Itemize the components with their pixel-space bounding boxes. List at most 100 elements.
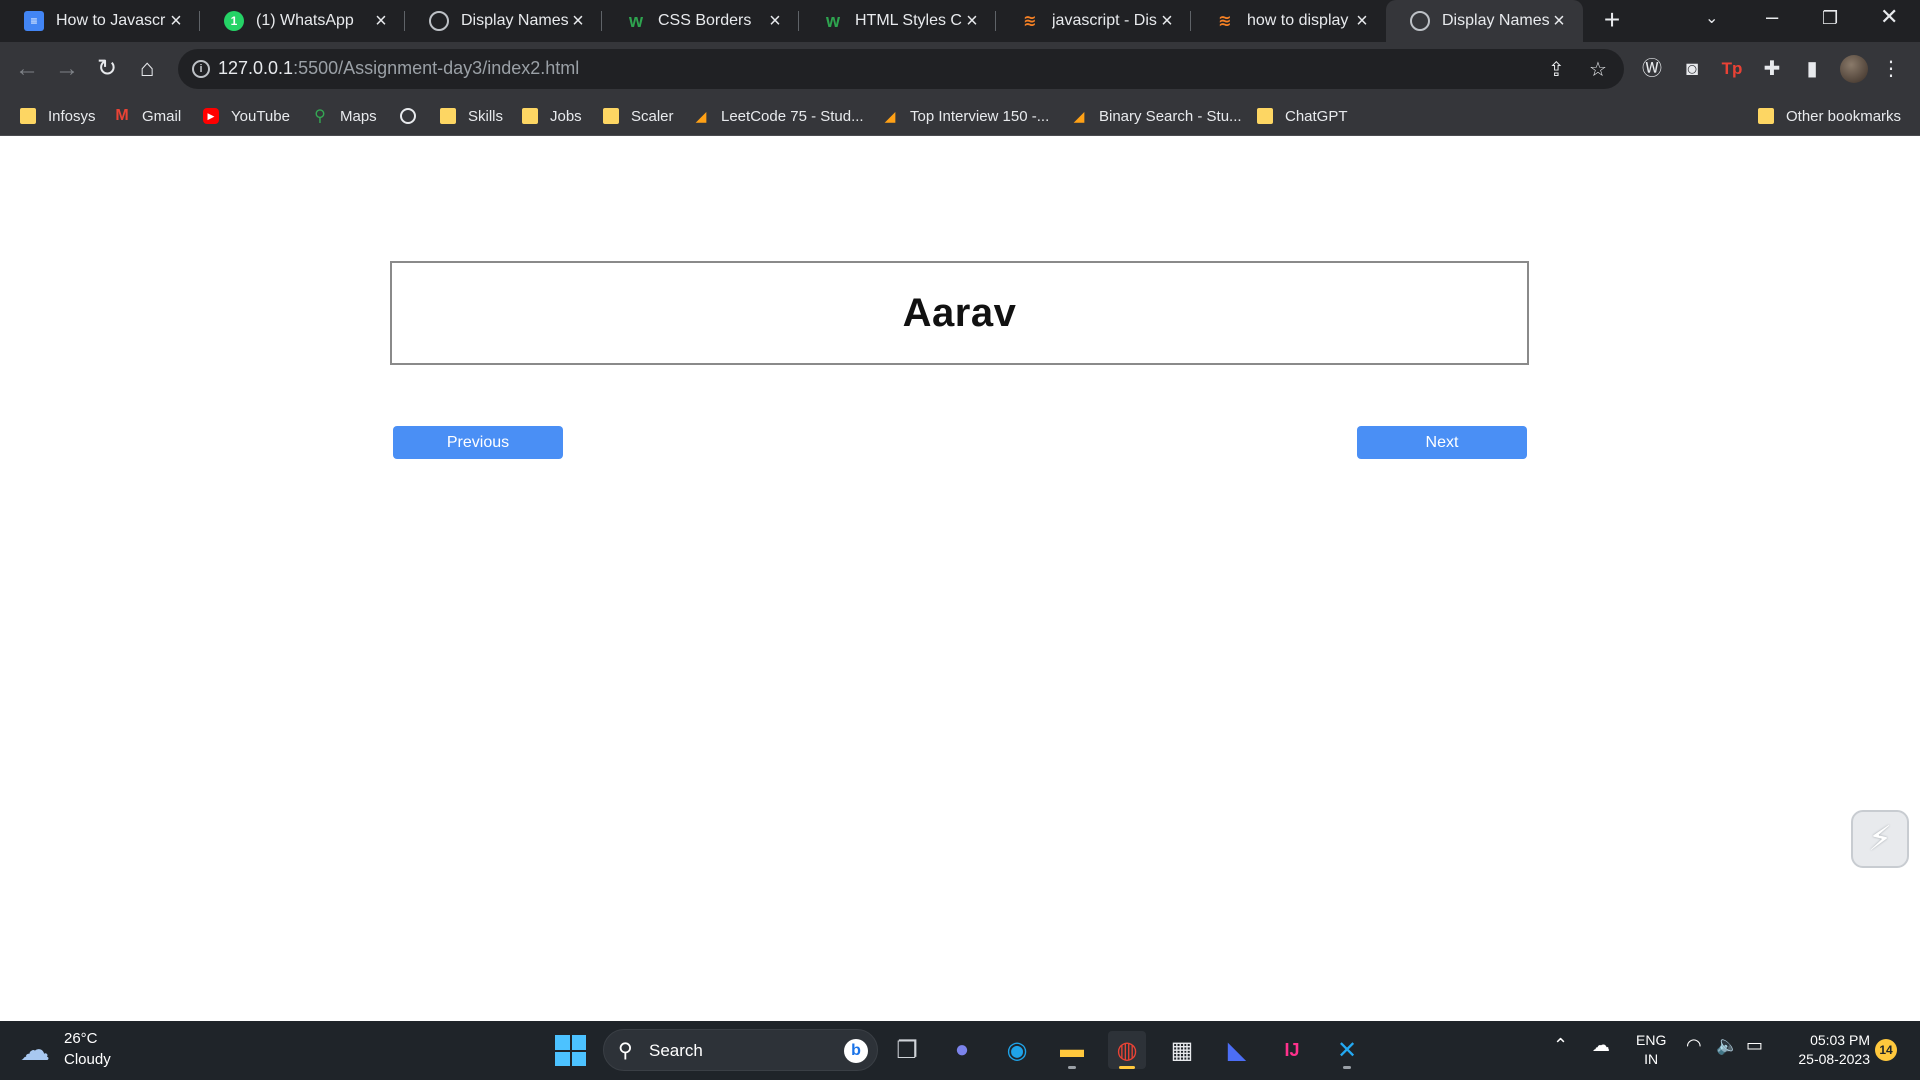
bookmark-label: Other bookmarks [1786,107,1902,125]
reload-icon[interactable]: ↻ [90,52,124,86]
bookmark-maps[interactable]: ⚲ Maps [312,96,377,136]
bookmark-leetcode-75[interactable]: ◢ LeetCode 75 - Stud... [693,96,864,136]
tab-title: Display Names [461,12,568,29]
side-panel-icon[interactable]: ▮ [1797,54,1827,84]
page-viewport: Aarav Previous Next ⚡ [0,136,1920,1021]
url-text[interactable]: 127.0.0.1:5500/Assignment-day3/index2.ht… [218,58,579,79]
folder-icon [1257,108,1273,124]
vscode-icon[interactable]: ✕ [1328,1031,1366,1069]
edge-icon[interactable]: ◉ [998,1031,1036,1069]
puzzle-extensions-icon[interactable]: ✚ [1757,54,1787,84]
system-clock[interactable]: 05:03 PM 25-08-2023 [1780,1031,1870,1069]
forward-arrow-icon[interactable]: → [50,52,84,86]
bookmark-label: Top Interview 150 -... [910,107,1050,125]
tab-html-styles-css[interactable]: w HTML Styles CSS × [799,0,996,42]
close-icon[interactable]: × [765,10,785,33]
previous-button[interactable]: Previous [393,426,563,459]
weather-description[interactable]: Cloudy [64,1051,111,1068]
bing-icon[interactable]: b [844,1039,868,1063]
close-icon[interactable]: × [962,10,982,33]
bookmark-gmail[interactable]: M Gmail [114,96,181,136]
tab-title: How to Javascript [56,12,166,29]
floating-assistant-icon[interactable]: ⚡ [1851,810,1909,868]
home-icon[interactable]: ⌂ [130,52,164,86]
leetcode-icon: ◢ [884,107,896,124]
intellij-idea-icon[interactable]: IJ [1273,1031,1311,1069]
next-button[interactable]: Next [1357,426,1527,459]
tab-how-to-javascript[interactable]: ≡ How to Javascript × [0,0,200,42]
close-icon[interactable]: × [568,10,588,33]
wifi-icon[interactable]: ◠ [1686,1035,1702,1056]
bookmark-scaler[interactable]: Scaler [603,96,674,136]
notification-badge[interactable]: 14 [1875,1039,1897,1061]
bookmarks-bar: Infosys M Gmail ▶ YouTube ⚲ Maps Skills Job… [0,96,1920,136]
site-info-icon[interactable]: i [192,60,210,78]
close-icon[interactable]: × [371,10,391,33]
windows-start-icon[interactable] [555,1035,586,1066]
teams-chat-icon[interactable]: ● [943,1031,981,1069]
close-icon[interactable]: × [166,10,186,33]
running-indicator [1343,1066,1351,1069]
bookmark-infosys[interactable]: Infosys [20,96,96,136]
bookmark-skills[interactable]: Skills [440,96,503,136]
stackoverflow-icon: ≋ [1023,13,1037,30]
back-arrow-icon[interactable]: ← [10,52,44,86]
task-view-icon[interactable]: ❐ [888,1031,926,1069]
tab-whatsapp[interactable]: 1 (1) WhatsApp × [200,0,405,42]
region-code: IN [1644,1051,1659,1067]
tab-how-to-display[interactable]: ≋ how to display a j × [1191,0,1386,42]
bookmark-chatgpt[interactable]: ChatGPT [1257,96,1348,136]
taskbar-search-box[interactable]: ⚲ Search b [603,1029,878,1071]
close-icon[interactable]: × [1157,10,1177,33]
stackoverflow-icon: ≋ [1218,13,1232,30]
tab-display-names-active[interactable]: Display Names × [1386,0,1583,42]
onedrive-cloud-icon[interactable]: ☁ [1592,1035,1610,1056]
input-language[interactable]: ENG IN [1636,1031,1666,1069]
extension-w-icon[interactable]: Ⓦ [1637,54,1667,84]
folder-icon [603,108,619,124]
language-code: ENG [1636,1032,1667,1048]
gmail-icon: M [115,107,129,124]
bookmark-other-bookmarks[interactable]: Other bookmarks [1758,96,1901,136]
show-hidden-icons-chevron-icon[interactable]: ⌃ [1553,1035,1568,1056]
profile-avatar[interactable] [1840,55,1868,83]
bookmark-label: Jobs [550,107,582,125]
volume-icon[interactable]: 🔈 [1716,1035,1738,1056]
bookmark-jobs[interactable]: Jobs [522,96,582,136]
bookmark-globe[interactable] [400,96,428,136]
app-m-icon[interactable]: ◣ [1218,1031,1256,1069]
bookmark-youtube[interactable]: ▶ YouTube [203,96,290,136]
bookmark-label: ChatGPT [1285,107,1348,125]
tab-title: javascript - Displa [1052,12,1157,29]
whatsapp-icon: 1 [224,11,244,31]
minimize-icon[interactable]: – [1766,4,1778,30]
kebab-menu-icon[interactable]: ⋮ [1876,54,1906,84]
taskbar-search-label: Search [649,1041,703,1060]
window-close-icon[interactable]: ✕ [1880,4,1898,30]
tp-extension-icon[interactable]: Tp [1717,54,1747,84]
bookmark-binary-search[interactable]: ◢ Binary Search - Stu... [1071,96,1242,136]
tab-javascript-display[interactable]: ≋ javascript - Displa × [996,0,1191,42]
close-icon[interactable]: × [1549,10,1569,33]
battery-icon[interactable]: ▭ [1746,1035,1763,1056]
cloud-weather-icon[interactable]: ☁ [20,1033,50,1068]
tab-search-chevron-icon[interactable]: ⌄ [1705,8,1718,28]
weather-temperature[interactable]: 26°C [64,1030,98,1047]
new-tab-button[interactable]: + [1596,5,1628,37]
camera-extension-icon[interactable]: ◙ [1677,54,1707,84]
running-indicator [1068,1066,1076,1069]
restore-icon[interactable]: ❐ [1822,8,1838,29]
bookmark-top-interview-150[interactable]: ◢ Top Interview 150 -... [882,96,1050,136]
address-bar[interactable]: i 127.0.0.1:5500/Assignment-day3/index2.… [178,49,1624,89]
tab-display-names[interactable]: Display Names × [405,0,602,42]
microsoft-store-icon[interactable]: ▦ [1163,1031,1201,1069]
tab-title: Display Names [1442,12,1549,29]
file-explorer-icon[interactable]: ▬ [1053,1031,1091,1069]
close-icon[interactable]: × [1352,10,1372,33]
tab-css-borders[interactable]: w CSS Borders × [602,0,799,42]
url-path: :5500/Assignment-day3/index2.html [293,58,580,78]
share-icon[interactable]: ⇪ [1548,57,1565,82]
tab-title: HTML Styles CSS [855,12,962,29]
bookmark-star-icon[interactable]: ☆ [1589,57,1607,82]
chrome-icon[interactable]: ◍ [1108,1031,1146,1069]
